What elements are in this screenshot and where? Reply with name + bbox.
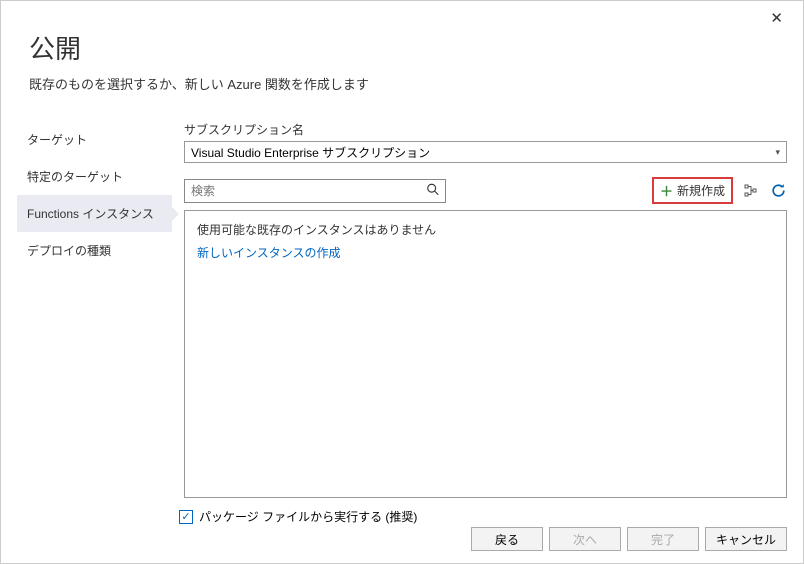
cancel-button[interactable]: キャンセル: [705, 527, 787, 551]
dialog-title: 公開: [29, 29, 775, 66]
refresh-icon[interactable]: [769, 182, 787, 200]
close-button[interactable]: ✕: [764, 7, 789, 29]
plus-icon: ＋: [660, 181, 673, 200]
sidebar-item-specific-target[interactable]: 特定のターゲット: [17, 158, 172, 195]
search-input[interactable]: [184, 179, 446, 203]
tree-view-icon[interactable]: [743, 183, 759, 199]
subscription-label: サブスクリプション名: [184, 121, 787, 138]
subscription-value: Visual Studio Enterprise サブスクリプション: [191, 144, 430, 161]
new-button[interactable]: ＋ 新規作成: [652, 177, 733, 204]
dialog-footer: 戻る 次へ 完了 キャンセル: [471, 527, 787, 551]
empty-message: 使用可能な既存のインスタンスはありません: [197, 221, 774, 238]
new-button-label: 新規作成: [677, 182, 725, 199]
checkbox-icon[interactable]: ✓: [179, 510, 193, 524]
chevron-down-icon: ▾: [775, 147, 780, 158]
finish-button[interactable]: 完了: [627, 527, 699, 551]
back-button[interactable]: 戻る: [471, 527, 543, 551]
sidebar-item-functions-instance[interactable]: Functions インスタンス: [17, 195, 172, 232]
wizard-sidebar: ターゲット 特定のターゲット Functions インスタンス デプロイの種類: [17, 121, 172, 498]
checkbox-label: パッケージ ファイルから実行する (推奨): [199, 508, 417, 525]
create-instance-link[interactable]: 新しいインスタンスの作成: [197, 244, 774, 261]
dialog-subtitle: 既存のものを選択するか、新しい Azure 関数を作成します: [29, 74, 775, 93]
next-button[interactable]: 次へ: [549, 527, 621, 551]
toolbar: ＋ 新規作成: [184, 177, 787, 204]
instance-list[interactable]: 使用可能な既存のインスタンスはありません 新しいインスタンスの作成: [184, 210, 787, 498]
subscription-dropdown[interactable]: Visual Studio Enterprise サブスクリプション ▾: [184, 141, 787, 163]
sidebar-item-target[interactable]: ターゲット: [17, 121, 172, 158]
run-from-package-row[interactable]: ✓ パッケージ ファイルから実行する (推奨): [1, 498, 803, 525]
main-panel: サブスクリプション名 Visual Studio Enterprise サブスク…: [172, 121, 787, 498]
dialog-header: 公開 既存のものを選択するか、新しい Azure 関数を作成します: [1, 1, 803, 103]
sidebar-item-deploy-type[interactable]: デプロイの種類: [17, 232, 172, 269]
search-icon: [426, 182, 440, 199]
